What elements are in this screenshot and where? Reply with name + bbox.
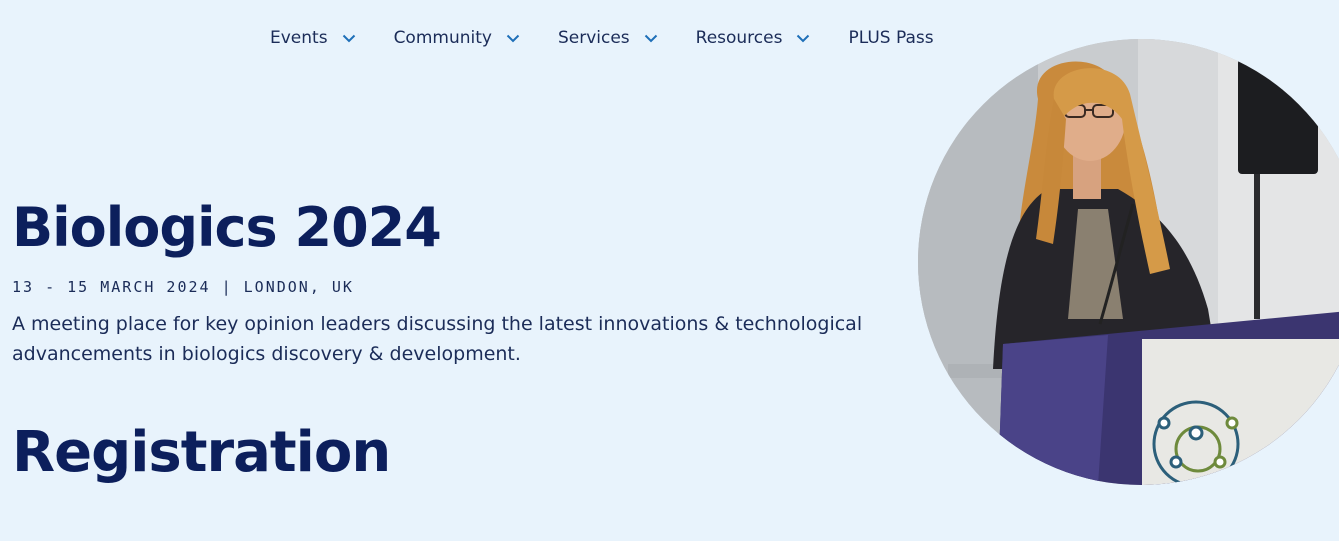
section-title-registration: Registration [12, 420, 391, 485]
event-date-location: 13 - 15 MARCH 2024 | LONDON, UK [12, 278, 354, 296]
nav-item-label: Resources [695, 28, 783, 48]
nav-item-label: Services [557, 28, 630, 48]
event-description: A meeting place for key opinion leaders … [12, 313, 863, 365]
top-navigation: Events Community Services Resources PLUS… [270, 28, 934, 48]
speaker-photo [918, 39, 1339, 485]
chevron-down-icon [796, 34, 810, 43]
nav-item-plus-pass[interactable]: PLUS Pass [848, 28, 933, 48]
event-page: Events Community Services Resources PLUS… [0, 0, 1339, 541]
nav-item-resources[interactable]: Resources [696, 28, 811, 48]
chevron-down-icon [342, 34, 356, 43]
nav-item-events[interactable]: Events [270, 28, 356, 48]
chevron-down-icon [506, 34, 520, 43]
nav-item-label: PLUS Pass [848, 28, 934, 48]
chevron-down-icon [644, 34, 658, 43]
nav-item-label: Community [393, 28, 492, 48]
nav-item-label: Events [270, 28, 328, 48]
event-title: Biologics 2024 [12, 196, 442, 259]
nav-item-services[interactable]: Services [558, 28, 658, 48]
nav-item-community[interactable]: Community [394, 28, 520, 48]
